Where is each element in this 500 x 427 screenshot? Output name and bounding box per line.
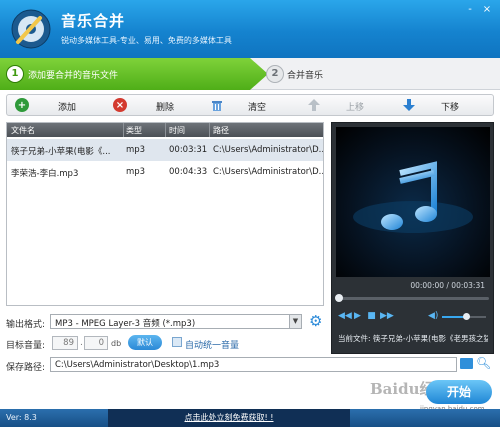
table-row[interactable]: 筷子兄弟-小苹果(电影《... mp3 00:03:31 C:\Users\Ad… <box>7 139 323 161</box>
row-filename: 李荣浩-李白.mp3 <box>11 169 79 179</box>
gear-icon[interactable]: ⚙ <box>309 313 325 329</box>
music-note-icon <box>353 161 473 233</box>
save-path-input[interactable]: C:\Users\Administrator\Desktop\1.mp3 <box>50 357 457 372</box>
status-bar: Ver: 8.3 点击此处立刻免费获取! ! <box>0 409 500 427</box>
row-time: 00:03:31 <box>169 145 208 155</box>
delete-label: 删除 <box>156 103 175 113</box>
step-2-number: 2 <box>266 65 284 83</box>
step-1[interactable]: 1 添加要合并的音乐文件 <box>0 58 268 90</box>
column-time[interactable]: 时间 <box>169 125 185 136</box>
version-text: Ver: 8.3 <box>6 413 37 422</box>
stop-icon[interactable]: ■ <box>366 311 377 322</box>
column-type[interactable]: 类型 <box>126 125 142 136</box>
file-toolbar: + 添加 × 删除 清空 上移 下移 <box>6 94 494 116</box>
window-controls: - × <box>463 4 494 16</box>
clear-label: 清空 <box>248 103 267 113</box>
row-path: C:\Users\Administrator\D... <box>213 145 323 155</box>
now-playing-text: 当前文件: 筷子兄弟-小苹果(电影《老男孩之猛 <box>338 334 488 343</box>
start-button[interactable]: 开始 <box>426 380 492 404</box>
search-icon[interactable]: 🔍︎ <box>476 356 491 370</box>
preview-screen <box>336 127 490 277</box>
play-icon[interactable]: ▶ <box>352 311 363 322</box>
app-subtitle: 锐动多媒体工具-专业、易用、免费的多媒体工具 <box>61 36 232 45</box>
playback-progress-slider[interactable] <box>335 294 489 302</box>
chevron-down-icon[interactable]: ▼ <box>289 315 301 328</box>
preview-panel: 00:00:00 / 00:03:31 ◀◀ ▶ ■ ▶▶ ◀) 当前文件: 筷… <box>331 122 494 354</box>
add-icon: + <box>15 98 29 112</box>
clear-button[interactable]: 清空 <box>210 95 300 115</box>
app-title: 音乐合并 <box>61 12 126 30</box>
volume-unit: db <box>111 339 122 348</box>
move-down-label: 下移 <box>441 103 460 113</box>
volume-decimal-field[interactable]: 0 <box>84 336 108 350</box>
file-list-table[interactable]: 文件名 类型 时间 路径 筷子兄弟-小苹果(电影《... mp3 00:03:3… <box>6 122 324 306</box>
add-label: 添加 <box>58 103 77 113</box>
row-type: mp3 <box>126 145 146 155</box>
format-select[interactable]: MP3 - MPEG Layer-3 音频 (*.mp3) ▼ <box>50 314 302 329</box>
delete-button[interactable]: × 删除 <box>113 95 203 115</box>
minimize-button[interactable]: - <box>463 4 477 16</box>
table-header: 文件名 类型 时间 路径 <box>7 123 323 137</box>
app-logo-icon <box>11 9 51 49</box>
playback-time: 00:00:00 / 00:03:31 <box>410 281 485 290</box>
format-label: 输出格式: <box>6 320 46 330</box>
volume-slider[interactable] <box>442 313 486 320</box>
volume-thumb[interactable] <box>463 313 471 320</box>
volume-icon[interactable]: ◀) <box>428 311 438 321</box>
add-button[interactable]: + 添加 <box>15 95 105 115</box>
volume-integer-field[interactable]: 89 <box>52 336 78 350</box>
promo-link[interactable]: 点击此处立刻免费获取! ! <box>108 409 350 427</box>
step-1-number: 1 <box>6 65 24 83</box>
column-path[interactable]: 路径 <box>213 125 229 136</box>
title-bar: 音乐合并 锐动多媒体工具-专业、易用、免费的多媒体工具 - × <box>0 0 500 58</box>
path-label: 保存路径: <box>6 363 46 373</box>
step-bar: 1 添加要合并的音乐文件 2 合并音乐 <box>0 58 500 90</box>
arrow-up-icon <box>308 99 320 111</box>
arrow-down-icon <box>403 99 415 111</box>
delete-icon: × <box>113 98 127 112</box>
row-path: C:\Users\Administrator\D... <box>213 167 323 177</box>
progress-thumb[interactable] <box>335 294 343 302</box>
forward-icon[interactable]: ▶▶ <box>380 311 394 322</box>
volume-label: 目标音量: <box>6 341 46 351</box>
column-filename[interactable]: 文件名 <box>11 125 35 136</box>
trash-icon <box>212 101 222 111</box>
step-2-label: 合并音乐 <box>287 71 324 81</box>
folder-icon[interactable] <box>460 358 473 369</box>
default-button[interactable]: 默认 <box>128 335 162 350</box>
decimal-point: . <box>80 338 83 348</box>
move-up-label: 上移 <box>346 103 365 113</box>
playback-controls: ◀◀ ▶ ■ ▶▶ <box>338 311 394 322</box>
auto-volume-checkbox[interactable] <box>172 337 182 347</box>
close-button[interactable]: × <box>480 4 494 16</box>
auto-volume-label: 自动统一音量 <box>185 341 240 351</box>
row-time: 00:04:33 <box>169 167 208 177</box>
format-value: MP3 - MPEG Layer-3 音频 (*.mp3) <box>55 319 196 329</box>
rewind-icon[interactable]: ◀◀ <box>338 311 352 322</box>
table-row[interactable]: 李荣浩-李白.mp3 mp3 00:04:33 C:\Users\Adminis… <box>7 161 323 183</box>
move-up-button[interactable]: 上移 <box>307 95 397 115</box>
row-filename: 筷子兄弟-小苹果(电影《... <box>11 147 111 157</box>
row-type: mp3 <box>126 167 146 177</box>
move-down-button[interactable]: 下移 <box>402 95 492 115</box>
step-1-label: 添加要合并的音乐文件 <box>28 71 119 81</box>
